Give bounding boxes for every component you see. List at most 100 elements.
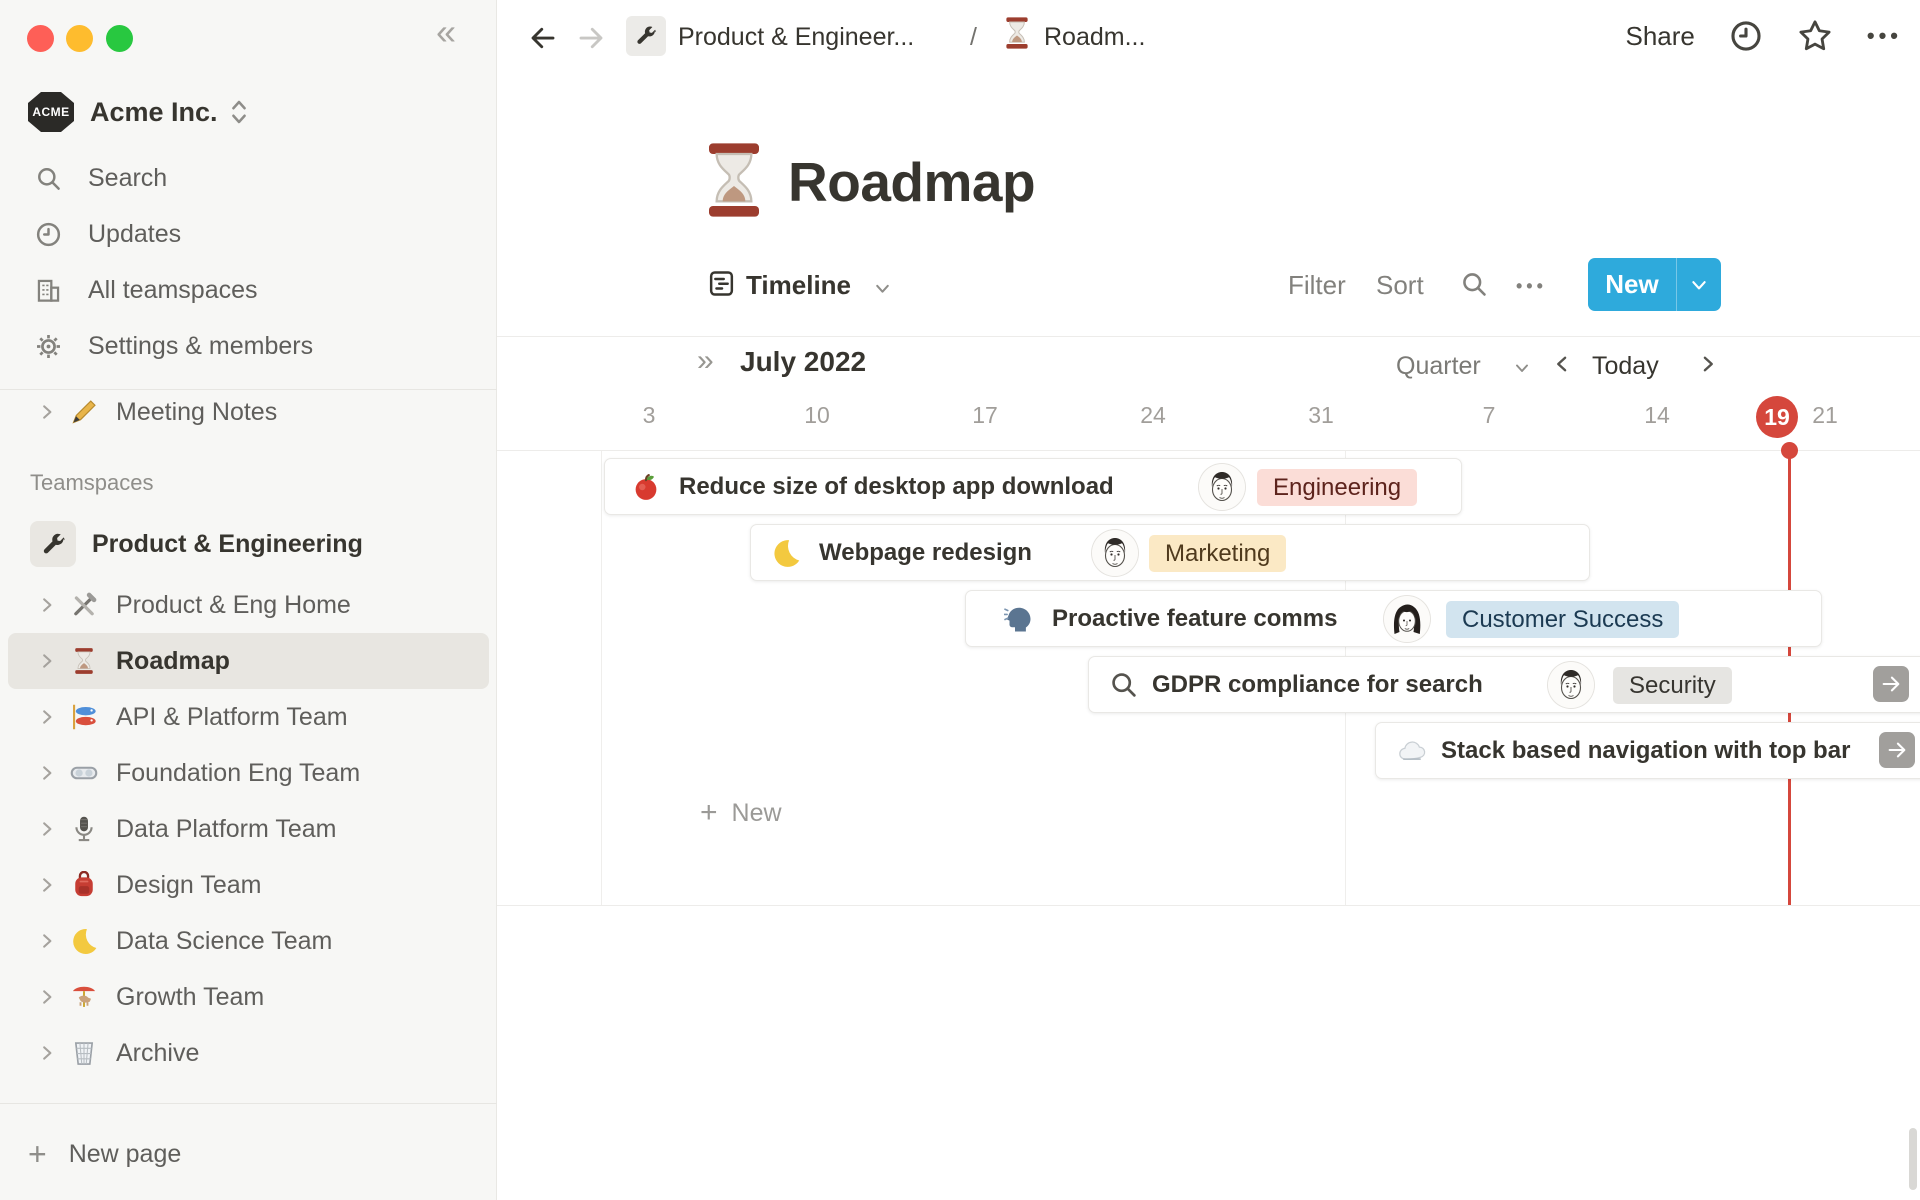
month-gridline [601,451,602,905]
chevron-right-icon[interactable] [38,988,56,1006]
sidebar-item-label: All teamspaces [88,275,258,304]
sidebar-item-label: Archive [116,1038,200,1067]
window-minimize-button[interactable] [66,25,93,52]
new-page-label: New page [68,1139,182,1168]
sidebar-item-label: Search [88,163,168,192]
sidebar-item-label: Design Team [116,870,262,899]
new-button-chevron-icon[interactable] [1677,276,1721,294]
sidebar-item-meeting-notes[interactable]: Meeting Notes [0,388,497,436]
search-icon[interactable] [1460,270,1488,298]
sidebar-item-settings-members[interactable]: Settings & members [0,318,497,374]
sidebar-collapse-icon[interactable]: « [436,14,456,50]
sidebar-item-product-eng-home[interactable]: Product & Eng Home [0,577,497,633]
date-tick: 14 [1644,402,1670,428]
chevron-right-icon[interactable] [38,652,56,670]
new-button[interactable]: New [1588,258,1721,311]
chevron-right-icon[interactable] [38,876,56,894]
hammer-wrench-icon [68,591,100,619]
hourglass-icon [68,647,100,675]
breadcrumb-wrench-icon[interactable] [626,16,666,56]
timeline-month-label[interactable]: July 2022 [740,346,866,378]
carousel-horse-icon [68,983,100,1011]
window-zoom-button[interactable] [106,25,133,52]
sidebar-item-label: Updates [88,219,182,248]
favorite-star-icon[interactable] [1797,18,1833,54]
sidebar-item-label: Data Science Team [116,926,333,955]
workspace-switcher[interactable]: ACME Acme Inc. [0,86,497,138]
sidebar-item-data-platform-team[interactable]: Data Platform Team [0,801,497,857]
vertical-scrollbar[interactable] [1909,1128,1917,1190]
timeline-bottom-divider [497,905,1920,906]
sort-button[interactable]: Sort [1376,270,1424,301]
timeline-expand-icon[interactable]: » [697,344,714,378]
zoom-chevron-down-icon[interactable] [1514,360,1530,376]
share-button[interactable]: Share [1626,21,1695,52]
avatar [1199,464,1245,510]
timeline-today-button[interactable]: Today [1592,352,1659,381]
chevron-right-icon[interactable] [38,403,56,421]
sidebar-item-data-science-team[interactable]: Data Science Team [0,913,497,969]
timeline-next-icon[interactable] [1698,354,1718,374]
card-title: Reduce size of desktop app download [679,473,1114,500]
avatar [1092,530,1138,576]
timeline-zoom-select[interactable]: Quarter [1396,352,1481,381]
timeline-card-reduce-size[interactable]: Reduce size of desktop app download Engi… [604,458,1462,515]
sidebar: « ACME Acme Inc. Search Updates All team… [0,0,497,1200]
chevron-right-icon[interactable] [38,820,56,838]
sidebar-item-updates[interactable]: Updates [0,206,497,262]
more-icon[interactable]: ••• [1867,23,1902,49]
date-tick: 21 [1812,402,1838,428]
chevron-right-icon[interactable] [38,708,56,726]
nav-back-button[interactable] [528,23,558,53]
timeline-add-new-button[interactable]: + New [700,798,782,828]
chevron-right-icon[interactable] [38,1044,56,1062]
sidebar-item-search[interactable]: Search [0,150,497,206]
sidebar-item-label: Data Platform Team [116,814,337,843]
sidebar-item-label: Growth Team [116,982,265,1011]
timeline-card-gdpr-compliance[interactable]: GDPR compliance for search Security [1088,656,1920,713]
timeline-card-webpage-redesign[interactable]: Webpage redesign Marketing [750,524,1590,581]
building-icon [30,277,66,304]
history-clock-icon[interactable] [1729,19,1763,53]
chevron-right-icon[interactable] [38,932,56,950]
chevron-right-icon[interactable] [38,764,56,782]
chevron-right-icon[interactable] [38,596,56,614]
scroll-right-arrow-button[interactable] [1879,732,1915,768]
page-hourglass-icon[interactable] [694,140,774,220]
today-date-badge: 19 [1756,396,1798,438]
cloud-icon [1397,736,1427,766]
toolbar-divider [497,336,1920,337]
timeline-card-stack-navigation[interactable]: Stack based navigation with top bar [1375,722,1920,779]
window-close-button[interactable] [27,25,54,52]
teamspace-name: Product & Engineering [92,529,363,558]
view-chevron-down-icon[interactable] [874,280,891,297]
plus-icon: + [28,1136,47,1172]
timeline-view-icon [708,270,735,297]
date-tick: 31 [1308,402,1334,428]
breadcrumb-parent[interactable]: Product & Engineer... [678,23,914,52]
breadcrumb-current[interactable]: Roadm... [1044,23,1145,52]
goggles-icon [68,759,100,787]
breadcrumb-hourglass-icon [1000,16,1034,50]
view-more-icon[interactable]: ••• [1516,276,1547,297]
sidebar-item-design-team[interactable]: Design Team [0,857,497,913]
scroll-right-arrow-button[interactable] [1873,666,1909,702]
sidebar-item-all-teamspaces[interactable]: All teamspaces [0,262,497,318]
sidebar-item-archive[interactable]: Archive [0,1025,497,1081]
sidebar-item-roadmap[interactable]: Roadmap [8,633,489,689]
teamspace-product-engineering[interactable]: Product & Engineering [0,516,497,572]
sidebar-item-foundation-eng-team[interactable]: Foundation Eng Team [0,745,497,801]
sidebar-item-growth-team[interactable]: Growth Team [0,969,497,1025]
pencil-icon [68,398,100,426]
view-tab-timeline[interactable]: Timeline [746,270,851,301]
timeline-card-proactive-feature-comms[interactable]: Proactive feature comms Customer Success [965,590,1822,647]
add-new-label: New [731,798,782,827]
workspace-logo: ACME [27,91,75,133]
topbar-actions: Share ••• [1626,0,1903,72]
nav-forward-button[interactable] [576,23,606,53]
date-tick: 24 [1140,402,1166,428]
new-page-button[interactable]: + New page [0,1128,497,1180]
timeline-prev-icon[interactable] [1552,354,1572,374]
filter-button[interactable]: Filter [1288,270,1346,301]
sidebar-item-api-platform-team[interactable]: API & Platform Team [0,689,497,745]
